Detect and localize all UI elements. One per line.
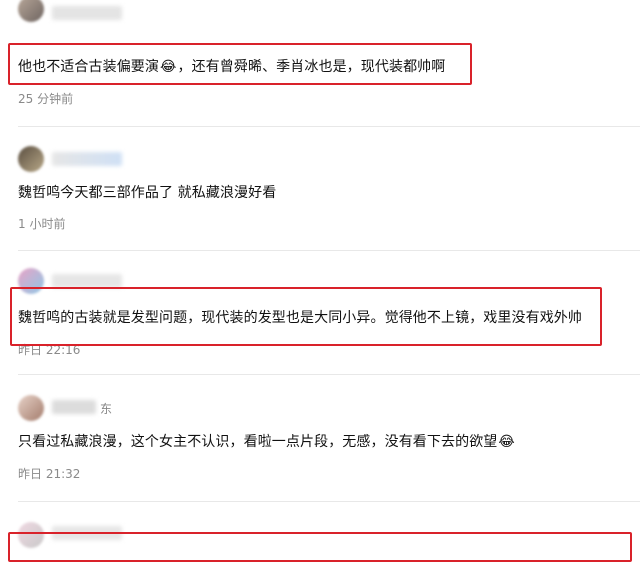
- username-suffix[interactable]: 东: [100, 400, 112, 417]
- highlight-box: [8, 43, 472, 85]
- divider: [18, 501, 640, 502]
- comment-text: 只看过私藏浪漫，这个女主不认识，看啦一点片段，无感，没有看下去的欲望😂: [18, 431, 516, 451]
- username-blurred[interactable]: [52, 274, 122, 288]
- laughing-emoji-icon: 😂: [498, 434, 515, 450]
- comment-text-part: 只看过私藏浪漫，这个女主不认识，看啦一点片段，无感，没有看下去的欲望: [18, 434, 498, 450]
- username-blurred[interactable]: [52, 400, 96, 414]
- avatar[interactable]: [18, 146, 44, 172]
- comment-text: 魏哲鸣今天都三部作品了 就私藏浪漫好看: [18, 185, 277, 201]
- divider: [18, 250, 640, 251]
- comment-timestamp: 1 小时前: [18, 217, 66, 231]
- highlight-box: [10, 287, 602, 346]
- avatar[interactable]: [18, 0, 44, 22]
- username-blurred[interactable]: [52, 152, 122, 166]
- username-blurred[interactable]: [52, 6, 122, 20]
- comment-timestamp: 昨日 21:32: [18, 467, 81, 481]
- comment-timestamp: 25 分钟前: [18, 92, 74, 106]
- highlight-box: [8, 532, 632, 562]
- avatar[interactable]: [18, 395, 44, 421]
- divider: [18, 374, 640, 375]
- divider: [18, 126, 640, 127]
